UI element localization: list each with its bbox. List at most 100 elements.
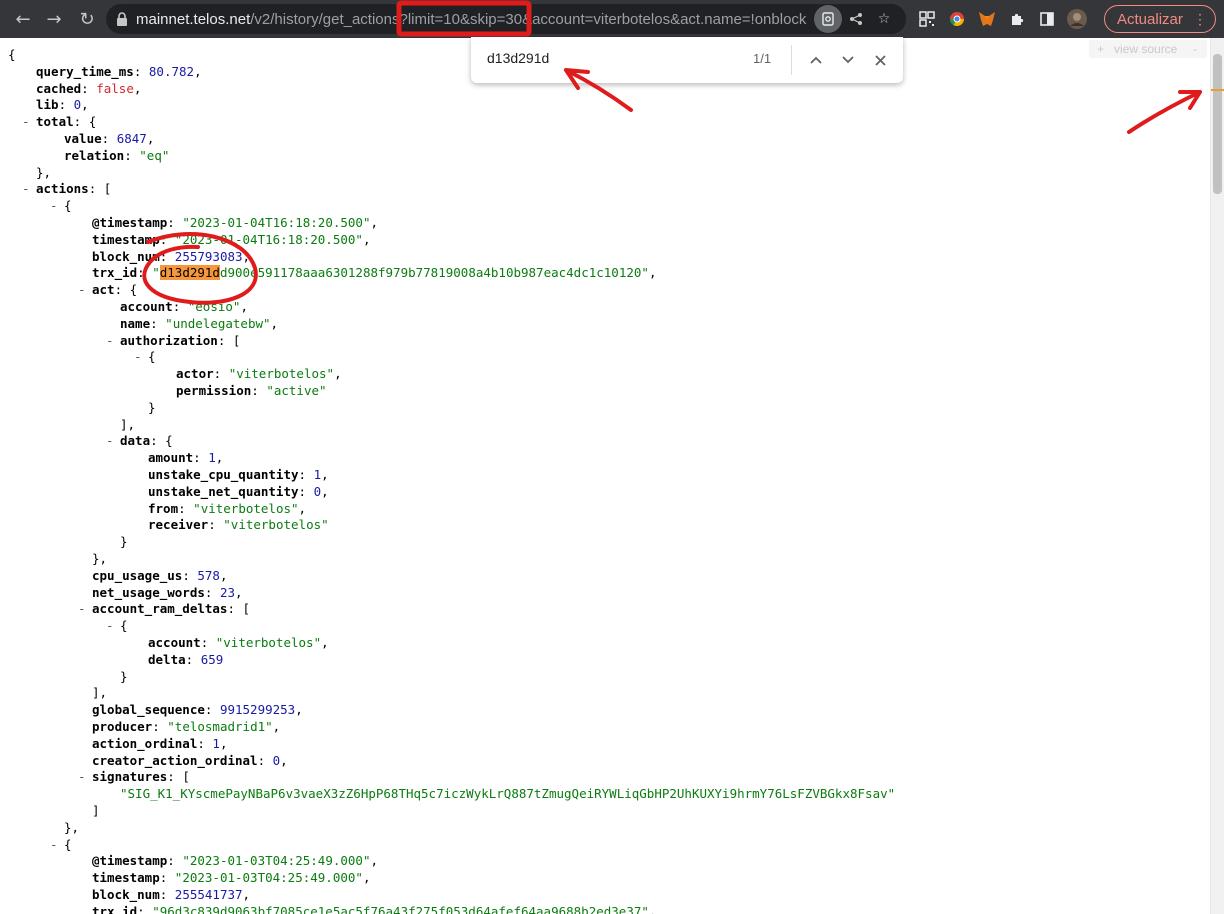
json-line: act: { xyxy=(92,281,137,298)
json-key: name xyxy=(120,315,151,331)
json-line: }, xyxy=(64,819,79,836)
json-token: , xyxy=(321,635,329,650)
json-line: trx_id: "96d3c839d9063bf7085ce1e5ac5f76a… xyxy=(92,903,656,914)
collapse-toggle[interactable]: - xyxy=(78,281,86,298)
extensions-puzzle-icon[interactable] xyxy=(1002,4,1032,34)
side-panel-icon[interactable] xyxy=(1032,4,1062,34)
json-token: 23 xyxy=(219,584,236,600)
json-token: 578 xyxy=(197,567,220,583)
address-bar[interactable]: mainnet.telos.net/v2/history/get_actions… xyxy=(106,4,906,34)
back-arrow-icon[interactable]: ← xyxy=(8,4,38,34)
find-close-icon[interactable] xyxy=(868,48,892,72)
qr-code-icon[interactable] xyxy=(912,4,942,34)
browser-toolbar: ← → ↻ mainnet.telos.net/v2/history/get_a… xyxy=(0,0,1224,38)
json-token: : xyxy=(178,500,194,516)
share-icon[interactable] xyxy=(842,5,870,33)
json-key: trx_id xyxy=(92,903,138,914)
json-token: , xyxy=(334,366,342,382)
json-token: } xyxy=(148,399,156,415)
collapse-toggle[interactable]: - xyxy=(134,348,142,365)
collapse-toggle[interactable]: - xyxy=(50,197,58,214)
json-token: , xyxy=(362,870,371,886)
find-input[interactable]: d13d291d xyxy=(487,50,549,66)
json-token: : { xyxy=(73,114,97,130)
json-token: , xyxy=(362,231,371,247)
json-token: }, xyxy=(64,819,80,835)
scrollbar-thumb[interactable] xyxy=(1213,54,1222,194)
forward-arrow-icon[interactable]: → xyxy=(39,4,69,34)
json-token: , xyxy=(321,483,329,499)
json-line: } xyxy=(148,399,156,416)
find-next-chevron-down-icon[interactable] xyxy=(836,48,860,72)
json-token: , xyxy=(280,752,288,768)
collapse-toggle[interactable]: - xyxy=(78,600,86,617)
json-line: } xyxy=(120,533,128,550)
json-key: lib xyxy=(36,97,59,113)
json-line: { xyxy=(8,46,16,63)
json-token: : xyxy=(193,450,209,466)
json-line: signatures: [ xyxy=(92,768,190,785)
json-token: : xyxy=(133,63,149,79)
json-key: @timestamp xyxy=(92,853,168,869)
update-browser-button[interactable]: Actualizar ⋮ xyxy=(1104,5,1216,33)
json-key: cached xyxy=(36,80,82,96)
collapse-toggle[interactable]: - xyxy=(106,432,114,449)
json-line: }, xyxy=(92,550,107,567)
json-token: "active" xyxy=(266,383,327,398)
view-source-toggle[interactable]: + view source - xyxy=(1089,40,1207,58)
json-key: amount xyxy=(148,450,194,466)
json-token: 1 xyxy=(208,450,216,466)
json-line: account_ram_deltas: [ xyxy=(92,600,250,617)
collapse-toggle[interactable]: - xyxy=(106,617,114,634)
vertical-scrollbar[interactable] xyxy=(1210,38,1224,914)
json-key: account_ram_deltas xyxy=(92,601,228,617)
json-token: : xyxy=(58,97,74,113)
find-match-highlight: d13d291d xyxy=(159,265,220,281)
json-line: net_usage_words: 23, xyxy=(92,584,243,601)
json-key: data xyxy=(120,433,151,449)
json-line: trx_id: "d13d291dd900e591178aaa6301288f9… xyxy=(92,264,656,281)
json-line: ], xyxy=(92,684,107,701)
json-line: ] xyxy=(92,802,100,819)
url-text[interactable]: mainnet.telos.net/v2/history/get_actions… xyxy=(136,11,806,28)
collapse-toggle[interactable]: - xyxy=(106,332,114,349)
json-token: , xyxy=(219,735,228,751)
json-token: : xyxy=(159,887,175,902)
json-line: action_ordinal: 1, xyxy=(92,735,227,752)
json-key: block_num xyxy=(92,248,160,264)
more-vertical-icon[interactable]: ⋮ xyxy=(1193,9,1207,29)
json-line: ], xyxy=(120,416,135,433)
json-token: : xyxy=(172,299,188,314)
json-line: account: "viterbotelos", xyxy=(148,634,329,651)
find-in-page-icon[interactable] xyxy=(814,5,842,33)
json-token: : xyxy=(204,584,220,600)
json-line: lib: 0, xyxy=(36,96,89,113)
collapse-toggle[interactable]: - xyxy=(50,836,58,853)
json-token: "2023-01-03T04:25:49.000" xyxy=(174,870,363,886)
json-line: data: { xyxy=(120,432,173,449)
json-token: : xyxy=(167,215,183,230)
json-line: { xyxy=(148,348,156,365)
collapse-toggle[interactable]: - xyxy=(78,768,86,785)
profile-avatar[interactable] xyxy=(1062,4,1092,34)
url-query: ?limit=10&skip=30&account=viterbotelos&a… xyxy=(399,10,807,28)
bookmark-star-icon[interactable]: ☆ xyxy=(870,5,898,33)
find-result-marker xyxy=(1211,89,1224,91)
collapse-toggle[interactable]: - xyxy=(22,180,30,197)
json-token: : [ xyxy=(217,332,241,348)
json-key: cpu_usage_us xyxy=(92,567,183,583)
json-key: from xyxy=(148,500,179,516)
find-previous-chevron-up-icon[interactable] xyxy=(804,48,828,72)
json-token: , xyxy=(133,80,142,96)
reload-icon[interactable]: ↻ xyxy=(72,4,102,34)
json-key: relation xyxy=(64,147,125,163)
json-token: : xyxy=(124,147,140,163)
json-token: , xyxy=(272,719,281,734)
json-token: "2023-01-04T16:18:20.500" xyxy=(174,231,363,247)
json-token: : xyxy=(159,231,175,247)
json-key: creator_action_ordinal xyxy=(92,752,258,768)
metamask-fox-icon[interactable] xyxy=(972,4,1002,34)
collapse-toggle[interactable]: - xyxy=(22,113,30,130)
chrome-extension-icon[interactable] xyxy=(942,4,972,34)
json-token: "eosio" xyxy=(187,299,241,314)
